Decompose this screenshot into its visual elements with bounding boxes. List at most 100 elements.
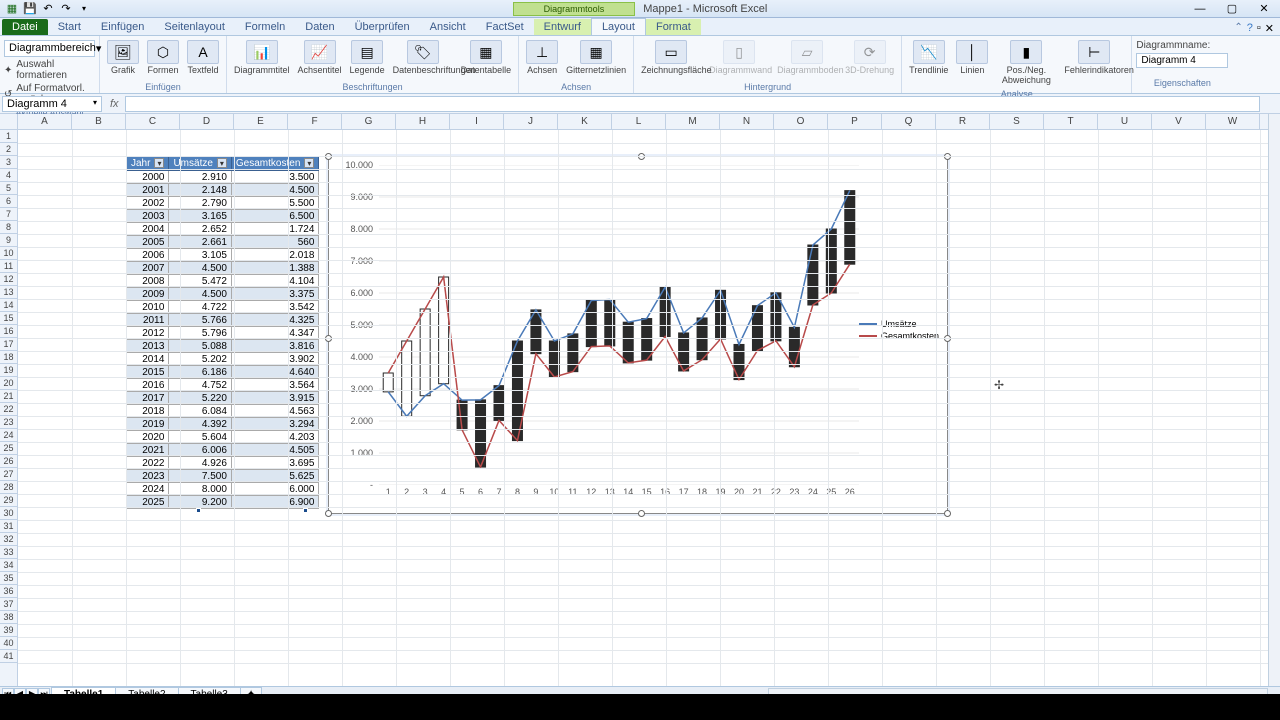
chart-element-selector[interactable]: Diagrammbereich▾ [4, 40, 95, 57]
row-header[interactable]: 26 [0, 455, 17, 468]
save-icon[interactable]: 💾 [22, 1, 38, 17]
gridlines-button[interactable]: ▦Gitternetzlinien [563, 38, 629, 78]
legend-item[interactable]: Umsätze [859, 319, 939, 329]
column-header[interactable]: S [990, 114, 1044, 129]
formula-bar[interactable] [125, 96, 1260, 112]
row-header[interactable]: 34 [0, 559, 17, 572]
row-header[interactable]: 19 [0, 364, 17, 377]
excel-icon[interactable]: ▦ [4, 1, 20, 17]
vertical-scrollbar[interactable] [1268, 114, 1280, 686]
row-header[interactable]: 11 [0, 260, 17, 273]
row-header[interactable]: 28 [0, 481, 17, 494]
shapes-button[interactable]: ⬡Formen [144, 38, 182, 78]
minimize-ribbon-icon[interactable]: ⌃ [1234, 22, 1242, 35]
row-header[interactable]: 36 [0, 585, 17, 598]
format-selection-button[interactable]: ✦Auswahl formatieren [4, 59, 95, 81]
column-header[interactable]: A [18, 114, 72, 129]
column-header[interactable]: H [396, 114, 450, 129]
row-header[interactable]: 4 [0, 169, 17, 182]
column-header[interactable]: E [234, 114, 288, 129]
close-workbook-icon[interactable]: ✕ [1265, 22, 1274, 35]
tab-factset[interactable]: FactSet [476, 19, 534, 35]
chart-object[interactable]: -1.0002.0003.0004.0005.0006.0007.0008.00… [328, 156, 948, 514]
row-header[interactable]: 23 [0, 416, 17, 429]
column-header[interactable]: T [1044, 114, 1098, 129]
row-header[interactable]: 33 [0, 546, 17, 559]
data-table-button[interactable]: ▦Datentabelle [458, 38, 515, 78]
column-header[interactable]: P [828, 114, 882, 129]
row-header[interactable]: 15 [0, 312, 17, 325]
minimize-button[interactable]: — [1188, 2, 1212, 16]
tab-layout[interactable]: Layout [591, 18, 646, 35]
chart-wall-button[interactable]: ▯Diagrammwand [706, 38, 772, 78]
row-header[interactable]: 32 [0, 533, 17, 546]
selection-handle[interactable] [303, 508, 308, 513]
picture-button[interactable]: 🖼Grafik [104, 38, 142, 78]
tab-design[interactable]: Entwurf [534, 19, 591, 35]
lines-button[interactable]: │Linien [953, 38, 991, 78]
row-header[interactable]: 16 [0, 325, 17, 338]
trendline-button[interactable]: 📉Trendlinie [906, 38, 951, 78]
row-header[interactable]: 35 [0, 572, 17, 585]
row-header[interactable]: 1 [0, 130, 17, 143]
column-header[interactable]: C [126, 114, 180, 129]
column-header[interactable]: D [180, 114, 234, 129]
updown-bars-button[interactable]: ▮Pos./Neg. Abweichung [993, 38, 1059, 88]
fx-icon[interactable]: fx [104, 98, 125, 110]
row-header[interactable]: 30 [0, 507, 17, 520]
row-header[interactable]: 40 [0, 637, 17, 650]
name-box[interactable]: Diagramm 4▾ [2, 96, 102, 112]
redo-icon[interactable]: ↷ [58, 1, 74, 17]
data-labels-button[interactable]: 🏷Datenbeschriftungen [390, 38, 456, 78]
row-header[interactable]: 14 [0, 299, 17, 312]
selection-handle[interactable] [196, 508, 201, 513]
column-header[interactable]: B [72, 114, 126, 129]
tab-file[interactable]: Datei [2, 19, 48, 35]
plot-area-button[interactable]: ▭Zeichnungsfläche [638, 38, 704, 78]
row-header[interactable]: 29 [0, 494, 17, 507]
row-header[interactable]: 25 [0, 442, 17, 455]
column-header[interactable]: G [342, 114, 396, 129]
row-header[interactable]: 17 [0, 338, 17, 351]
row-header[interactable]: 12 [0, 273, 17, 286]
chart-title-button[interactable]: 📊Diagrammtitel [231, 38, 293, 78]
filter-dropdown-icon[interactable]: ▾ [154, 158, 164, 168]
axis-titles-button[interactable]: 📈Achsentitel [295, 38, 345, 78]
chart-y-axis[interactable]: -1.0002.0003.0004.0005.0006.0007.0008.00… [329, 165, 377, 481]
chart-legend[interactable]: Umsätze Gesamtkosten [859, 317, 939, 343]
row-header[interactable]: 20 [0, 377, 17, 390]
row-header[interactable]: 2 [0, 143, 17, 156]
column-header[interactable]: I [450, 114, 504, 129]
row-header[interactable]: 6 [0, 195, 17, 208]
row-header[interactable]: 3 [0, 156, 17, 169]
row-header[interactable]: 41 [0, 650, 17, 663]
legend-button[interactable]: ▤Legende [347, 38, 388, 78]
tab-review[interactable]: Überprüfen [345, 19, 420, 35]
column-header[interactable]: K [558, 114, 612, 129]
row-header[interactable]: 5 [0, 182, 17, 195]
tab-format[interactable]: Format [646, 19, 701, 35]
maximize-button[interactable]: ▢ [1220, 2, 1244, 16]
resize-handle[interactable] [944, 510, 951, 517]
undo-icon[interactable]: ↶ [40, 1, 56, 17]
legend-item[interactable]: Gesamtkosten [859, 331, 939, 341]
row-header[interactable]: 27 [0, 468, 17, 481]
resize-handle[interactable] [325, 510, 332, 517]
column-header[interactable]: J [504, 114, 558, 129]
qat-dropdown-icon[interactable]: ▾ [76, 1, 92, 17]
row-header[interactable]: 39 [0, 624, 17, 637]
column-header[interactable]: Q [882, 114, 936, 129]
column-header[interactable]: R [936, 114, 990, 129]
row-header[interactable]: 22 [0, 403, 17, 416]
tab-insert[interactable]: Einfügen [91, 19, 154, 35]
column-header[interactable]: V [1152, 114, 1206, 129]
column-header[interactable]: W [1206, 114, 1260, 129]
filter-dropdown-icon[interactable]: ▾ [304, 158, 314, 168]
column-header[interactable]: U [1098, 114, 1152, 129]
tab-data[interactable]: Daten [295, 19, 344, 35]
row-header[interactable]: 13 [0, 286, 17, 299]
tab-view[interactable]: Ansicht [420, 19, 476, 35]
row-header[interactable]: 24 [0, 429, 17, 442]
resize-handle[interactable] [638, 510, 645, 517]
column-header[interactable]: M [666, 114, 720, 129]
